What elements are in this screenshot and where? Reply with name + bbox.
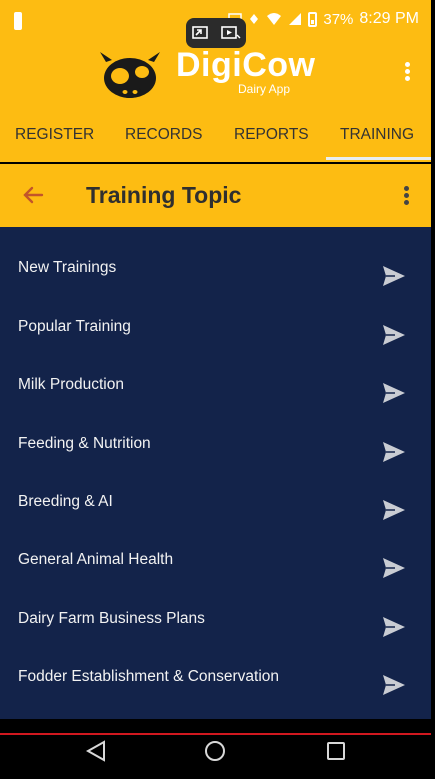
send-icon[interactable] [382, 324, 406, 346]
send-icon[interactable] [382, 499, 406, 521]
tab-reports[interactable]: REPORTS [234, 126, 309, 144]
notification-icon [14, 12, 22, 30]
topic-label: Breeding & AI [18, 493, 113, 510]
status-icons: 37% 8:29 PM [228, 10, 419, 28]
page-title: Training Topic [86, 182, 242, 208]
send-icon[interactable] [382, 441, 406, 463]
send-icon[interactable] [382, 616, 406, 638]
list-item[interactable]: Breeding & AI [0, 481, 431, 539]
signal-icon [289, 13, 302, 25]
topic-label: New Trainings [18, 259, 117, 276]
list-item[interactable]: Popular Training [0, 306, 431, 364]
topic-label: Dairy Farm Business Plans [18, 610, 205, 627]
tab-training[interactable]: TRAINING [340, 126, 414, 144]
list-item[interactable]: Milk Production [0, 364, 431, 422]
topic-label: Milk Production [18, 376, 124, 393]
app-header: DigiCow Dairy App REGISTER RECORDS REPOR… [0, 40, 431, 162]
app-overflow-menu-icon[interactable] [405, 60, 411, 83]
list-item[interactable]: General Animal Health [0, 539, 431, 597]
cast-screen-icon[interactable] [191, 25, 210, 41]
more-vert-icon[interactable] [404, 184, 409, 207]
send-icon[interactable] [382, 382, 406, 404]
topic-label: Fodder Establishment & Conservation [18, 668, 280, 685]
send-icon[interactable] [382, 557, 406, 579]
send-icon[interactable] [382, 674, 406, 696]
vibrate-icon [250, 14, 259, 24]
arrow-left-icon[interactable] [22, 184, 44, 206]
wifi-icon [267, 13, 282, 25]
list-item[interactable]: New Trainings [0, 247, 431, 305]
list-item[interactable]: Dairy Farm Business Plans [0, 598, 431, 656]
square-recents-icon[interactable] [324, 739, 348, 763]
topic-label: General Animal Health [18, 551, 174, 568]
screen-cast-controls[interactable] [186, 18, 246, 48]
brand-name: DigiCow [176, 46, 316, 84]
triangle-back-icon[interactable] [84, 739, 108, 763]
cow-logo-icon [100, 52, 160, 98]
selected-tab-indicator [326, 157, 431, 160]
training-topic-list: New Trainings Popular Training Milk Prod… [0, 227, 431, 719]
send-icon[interactable] [382, 265, 406, 287]
system-navigation-bar [0, 735, 431, 779]
topic-label: Feeding & Nutrition [18, 435, 151, 452]
battery-percent: 37% [323, 10, 354, 28]
toolbar: Training Topic [0, 164, 431, 227]
tab-register[interactable]: REGISTER [15, 126, 94, 144]
record-screen-icon[interactable] [220, 25, 241, 41]
battery-icon [308, 11, 318, 27]
brand-subtitle: Dairy App [238, 82, 291, 96]
app-logo: DigiCow Dairy App [98, 44, 315, 102]
circle-home-icon[interactable] [203, 739, 227, 763]
clock: 8:29 PM [359, 10, 419, 27]
list-item[interactable]: Fodder Establishment & Conservation [0, 656, 431, 714]
phone-screen: 37% 8:29 PM DigiCow Dairy App REGISTER R… [0, 0, 431, 779]
list-item[interactable]: Feeding & Nutrition [0, 423, 431, 481]
tab-records[interactable]: RECORDS [125, 126, 203, 144]
topic-label: Popular Training [18, 318, 131, 335]
